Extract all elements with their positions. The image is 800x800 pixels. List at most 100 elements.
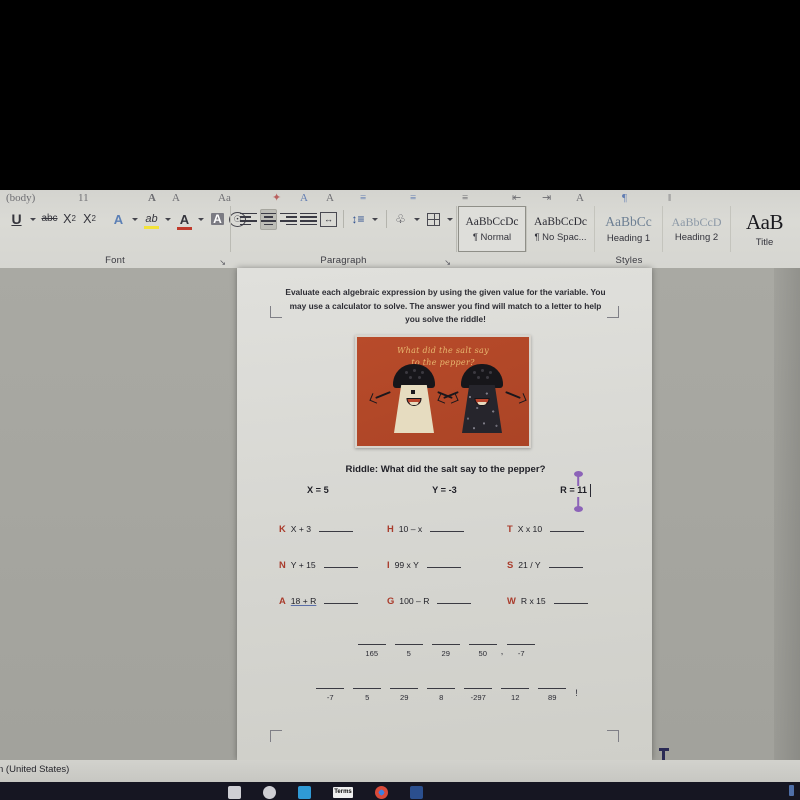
increase-indent-icon[interactable]: ⇥ bbox=[542, 191, 551, 204]
answer-slot[interactable]: 12 bbox=[500, 688, 530, 702]
salt-and-pepper-image[interactable]: What did the salt say to the pepper? bbox=[355, 335, 531, 448]
problem-g[interactable]: G 100 – R bbox=[387, 595, 507, 606]
document-canvas[interactable]: Evaluate each algebraic expression by us… bbox=[0, 268, 800, 766]
shading-dropdown-icon[interactable] bbox=[414, 217, 420, 221]
problem-w[interactable]: W R x 15 bbox=[507, 595, 614, 606]
align-center-icon[interactable] bbox=[260, 208, 277, 230]
answer-blank[interactable] bbox=[430, 531, 465, 532]
answer-slot[interactable]: 29 bbox=[431, 644, 461, 658]
answer-slot[interactable]: -7 bbox=[506, 644, 536, 658]
answer-slot[interactable]: -297 bbox=[463, 688, 493, 702]
borders-dropdown-icon[interactable] bbox=[447, 217, 453, 221]
problem-letter: S bbox=[507, 559, 514, 570]
answer-slot[interactable]: -7 bbox=[315, 688, 345, 702]
document-page[interactable]: Evaluate each algebraic expression by us… bbox=[237, 268, 652, 760]
line-spacing-icon[interactable]: ↕≡ bbox=[350, 209, 367, 230]
answer-blank-line bbox=[394, 644, 423, 645]
answer-slot[interactable]: 5 bbox=[394, 644, 424, 658]
superscript-icon[interactable]: X2 bbox=[81, 209, 98, 230]
style-heading-1[interactable]: AaBbCc Heading 1 bbox=[594, 206, 662, 252]
font-name-box-clipped[interactable]: (body) bbox=[6, 192, 35, 204]
font-dialog-launcher-icon[interactable]: ↘ bbox=[219, 258, 226, 267]
italic-icon-clipped[interactable]: A bbox=[326, 192, 334, 204]
multilevel-list-icon[interactable]: ≡ bbox=[462, 192, 468, 204]
answer-blank[interactable] bbox=[426, 567, 461, 568]
character-shading-icon[interactable]: A bbox=[209, 209, 226, 230]
canvas-right-shade bbox=[774, 268, 800, 760]
selection-handle-bottom-icon[interactable] bbox=[573, 506, 583, 512]
grow-font-icon[interactable]: A bbox=[148, 192, 156, 204]
problem-t[interactable]: T X x 10 bbox=[507, 523, 614, 534]
clear-formatting-icon[interactable]: ✦ bbox=[272, 191, 281, 204]
problem-n[interactable]: N Y + 15 bbox=[279, 559, 387, 570]
variable-r[interactable]: R = 11 bbox=[560, 471, 591, 512]
sort-icon[interactable]: A bbox=[576, 192, 584, 204]
strikethrough-icon[interactable]: abc bbox=[41, 209, 58, 230]
answer-blank[interactable] bbox=[553, 603, 588, 604]
change-case-icon[interactable]: Aa bbox=[218, 192, 231, 204]
problem-k[interactable]: K X + 3 bbox=[279, 523, 387, 534]
answer-blank[interactable] bbox=[548, 567, 583, 568]
answer-blank[interactable] bbox=[437, 603, 472, 604]
text-effects-dropdown-icon[interactable] bbox=[132, 217, 138, 221]
borders-icon[interactable] bbox=[425, 209, 442, 230]
answer-slot[interactable]: 50 bbox=[468, 644, 498, 658]
terms-app-icon[interactable]: Terms bbox=[333, 786, 353, 798]
pepper-shaker-body bbox=[462, 385, 502, 433]
answer-slot[interactable]: 89 bbox=[537, 688, 567, 702]
font-size-box-clipped[interactable]: 11 bbox=[78, 192, 89, 204]
answer-slot[interactable]: 8 bbox=[426, 688, 456, 702]
cortana-circle-icon[interactable] bbox=[263, 785, 276, 799]
style-normal[interactable]: AaBbCcDc ¶ Normal bbox=[458, 206, 526, 252]
selection-handle-top-icon[interactable] bbox=[573, 471, 583, 477]
style-heading-2[interactable]: AaBbCcD Heading 2 bbox=[662, 206, 730, 252]
underline-icon[interactable]: U bbox=[8, 209, 25, 230]
align-right-icon[interactable] bbox=[280, 209, 297, 230]
answer-blank[interactable] bbox=[323, 567, 358, 568]
answer-row: 165 5 29 50 , -7 bbox=[279, 644, 614, 658]
answer-blank-line bbox=[316, 688, 345, 689]
chrome-icon[interactable] bbox=[375, 785, 388, 799]
subscript-icon[interactable]: X2 bbox=[61, 209, 78, 230]
bullets-icon[interactable]: ≡ bbox=[360, 192, 366, 204]
answer-blank[interactable] bbox=[550, 531, 585, 532]
problem-a[interactable]: A 18 + R bbox=[279, 595, 387, 606]
docs-app-icon[interactable] bbox=[410, 785, 423, 799]
answer-blank[interactable] bbox=[324, 603, 359, 604]
answer-slot[interactable]: 5 bbox=[352, 688, 382, 702]
problem-s[interactable]: S 21 / Y bbox=[507, 559, 614, 570]
numbering-icon[interactable]: ≡ bbox=[410, 192, 416, 204]
shading-icon[interactable]: ♧ bbox=[392, 209, 409, 230]
answer-slot[interactable]: 165 bbox=[357, 644, 387, 658]
status-language-label[interactable]: n (United States) bbox=[0, 764, 69, 775]
underline-dropdown-icon[interactable] bbox=[30, 217, 36, 221]
line-spacing-dropdown-icon[interactable] bbox=[371, 217, 378, 221]
font-color-icon[interactable]: A bbox=[176, 209, 193, 230]
shrink-font-icon[interactable]: A bbox=[172, 192, 180, 204]
blue-app-icon[interactable] bbox=[298, 785, 311, 799]
answer-comma: , bbox=[500, 646, 504, 656]
worksheet-instructions: Evaluate each algebraic expression by us… bbox=[285, 287, 606, 325]
highlight-dropdown-icon[interactable] bbox=[165, 217, 171, 221]
font-color-dropdown-icon[interactable] bbox=[198, 217, 204, 221]
distributed-icon[interactable]: ↔ bbox=[320, 211, 337, 227]
paragraph-mark-icon[interactable]: ‖ bbox=[668, 192, 671, 204]
answer-slot[interactable]: 29 bbox=[389, 688, 419, 702]
paragraph-dialog-launcher-icon[interactable]: ↘ bbox=[444, 258, 451, 267]
text-effects-icon[interactable]: A bbox=[110, 209, 127, 230]
problem-h[interactable]: H 10 – x bbox=[387, 523, 507, 534]
style-no-spacing[interactable]: AaBbCcDc ¶ No Spac... bbox=[526, 206, 594, 252]
problem-i[interactable]: I 99 x Y bbox=[387, 559, 507, 570]
windows-start-icon[interactable] bbox=[228, 785, 241, 799]
bold-icon-clipped[interactable]: A bbox=[300, 192, 308, 204]
align-left-icon[interactable] bbox=[240, 209, 257, 230]
problem-expression: R x 15 bbox=[520, 596, 546, 606]
text-highlight-color-icon[interactable]: ab bbox=[143, 209, 160, 230]
decrease-indent-icon[interactable]: ⇤ bbox=[512, 191, 521, 204]
show-formatting-marks-icon[interactable]: ¶ bbox=[622, 192, 627, 204]
style-title[interactable]: AaB Title bbox=[730, 206, 798, 252]
justify-icon[interactable] bbox=[300, 209, 317, 230]
word-ribbon: (body) 11 A A Aa ✦ A A ≡ ≡ ≡ ⇤ ⇥ A ¶ ‖ U… bbox=[0, 190, 800, 268]
answer-blank[interactable] bbox=[319, 531, 354, 532]
taskbar-tray-icon[interactable] bbox=[789, 785, 794, 796]
